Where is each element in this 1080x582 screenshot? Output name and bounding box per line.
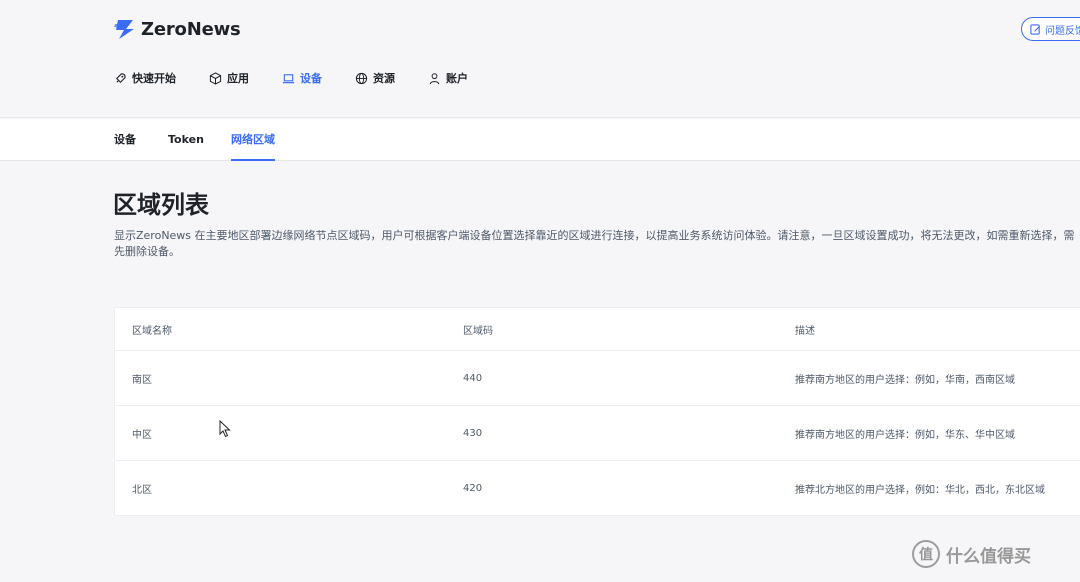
- nav-item-apps[interactable]: 应用: [209, 70, 249, 86]
- nav-item-devices[interactable]: 设备: [282, 70, 322, 86]
- feedback-label: 问题反馈: [1045, 25, 1080, 37]
- region-code-cell: 420: [463, 483, 483, 494]
- top-header: ZeroNews 问题反馈 快速开始 应用 设备: [0, 0, 1080, 118]
- watermark-text: 什么值得买: [946, 546, 1031, 567]
- watermark-logo-icon: 值: [912, 540, 940, 568]
- region-code-cell: 430: [463, 427, 483, 439]
- region-desc-cell: 推荐北方地区的用户选择，例如：华北，西北，东北区域: [795, 485, 1045, 496]
- nav-label: 应用: [227, 72, 249, 85]
- page-title: 区域列表: [113, 191, 209, 219]
- region-name-cell: 北区: [132, 485, 152, 496]
- rocket-icon: [115, 72, 126, 83]
- nav-label: 资源: [373, 72, 395, 85]
- laptop-icon: [282, 73, 295, 83]
- region-desc-cell: 推荐南方地区的用户选择：例如，华南，西南区域: [795, 374, 1015, 386]
- tab-token[interactable]: Token: [168, 119, 204, 161]
- tab-devices[interactable]: 设备: [114, 119, 136, 161]
- region-desc-cell: 推荐南方地区的用户选择：例如，华东、华中区域: [795, 429, 1015, 441]
- table-row[interactable]: 中区 430 推荐南方地区的用户选择：例如，华东、华中区域: [115, 406, 1080, 461]
- mouse-pointer-icon: [219, 420, 231, 438]
- tab-network-region[interactable]: 网络区域: [231, 119, 275, 161]
- region-code-cell: 440: [463, 372, 483, 384]
- main-nav: 快速开始 应用 设备 资源 账户: [114, 68, 501, 88]
- brand-logo[interactable]: ZeroNews: [113, 17, 241, 41]
- table-header-row: 区域名称 区域码 描述: [115, 308, 1080, 351]
- zeronews-logo-icon: [114, 20, 134, 39]
- region-name-cell: 南区: [132, 374, 152, 386]
- page-description: 显示ZeroNews 在主要地区部署边缘网络节点区域码，用户可根据客户端设备位置…: [114, 229, 1075, 258]
- nav-label: 设备: [300, 72, 322, 85]
- table-row[interactable]: 南区 440 推荐南方地区的用户选择：例如，华南，西南区域: [115, 351, 1080, 406]
- edit-note-icon: [1030, 23, 1041, 35]
- globe-icon: [355, 72, 368, 84]
- feedback-button[interactable]: 问题反馈: [1021, 17, 1080, 41]
- site-watermark: 值 什么值得买: [912, 540, 1031, 568]
- nav-item-account[interactable]: 账户: [428, 70, 468, 86]
- nav-label: 快速开始: [132, 72, 176, 85]
- column-header-region-name: 区域名称: [132, 325, 172, 337]
- brand-name: ZeroNews: [141, 18, 241, 40]
- nav-item-resources[interactable]: 资源: [355, 70, 395, 86]
- nav-item-quickstart[interactable]: 快速开始: [114, 70, 176, 86]
- region-name-cell: 中区: [132, 429, 152, 441]
- user-icon: [429, 72, 440, 84]
- column-header-description: 描述: [795, 325, 815, 337]
- nav-label: 账户: [446, 72, 468, 85]
- sub-nav: 设备 Token 网络区域: [0, 119, 1080, 161]
- column-header-region-code: 区域码: [463, 325, 493, 337]
- table-row[interactable]: 北区 420 推荐北方地区的用户选择，例如：华北，西北，东北区域: [115, 461, 1080, 516]
- cube-icon: [209, 71, 222, 85]
- region-table: 区域名称 区域码 描述 南区 440 推荐南方地区的用户选择：例如，华南，西南区…: [114, 307, 1080, 516]
